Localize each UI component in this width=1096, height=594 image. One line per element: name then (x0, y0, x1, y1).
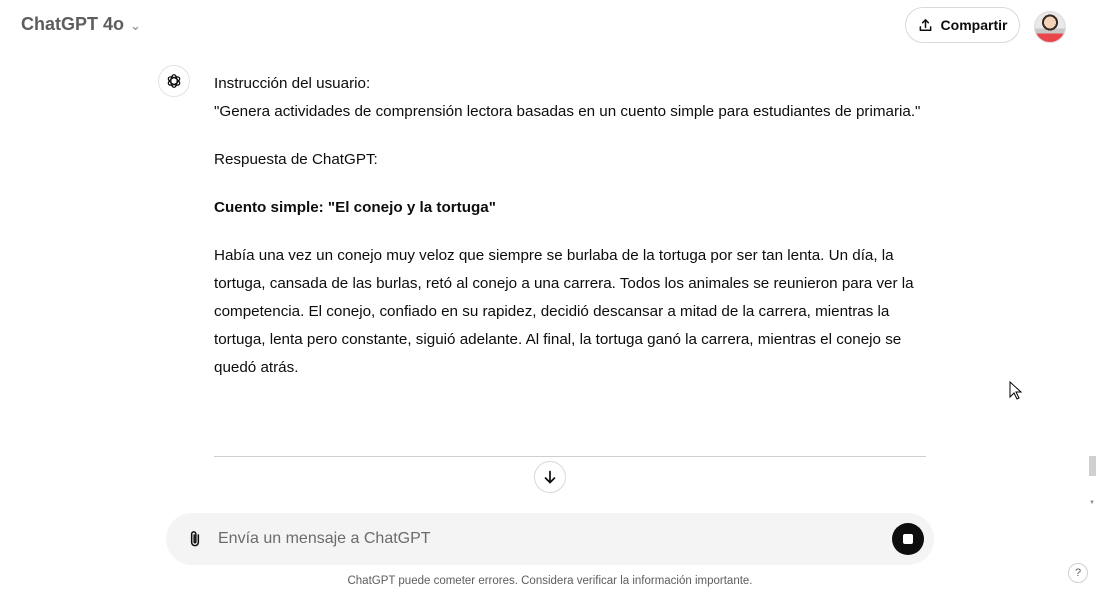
assistant-avatar (158, 65, 190, 97)
response-label: Respuesta de ChatGPT: (214, 151, 378, 168)
openai-logo-icon (167, 74, 181, 88)
disclaimer-text: ChatGPT puede cometer errores. Considera… (347, 575, 753, 587)
intro-label: Instrucción del usuario: (214, 75, 371, 92)
message-composer (166, 513, 934, 565)
stop-generating-button[interactable] (892, 523, 924, 555)
divider (214, 456, 926, 457)
story-body: Había una vez un conejo muy veloz que si… (214, 247, 914, 376)
mouse-cursor-icon (1009, 381, 1023, 400)
model-selector[interactable]: ChatGPT 4o ⌄ (21, 14, 141, 35)
scroll-to-bottom-button[interactable] (534, 461, 566, 493)
share-button[interactable]: Compartir (905, 7, 1020, 43)
model-label: ChatGPT 4o (21, 14, 125, 34)
message-input[interactable] (218, 527, 868, 551)
arrow-down-icon (544, 470, 556, 484)
paperclip-icon (190, 531, 200, 547)
story-title: Cuento simple: "El conejo y la tortuga" (214, 199, 496, 216)
scrollbar-thumb[interactable] (1089, 456, 1096, 476)
attach-button[interactable] (184, 528, 206, 550)
scrollbar-down-arrow[interactable]: ▼ (1089, 500, 1095, 506)
user-prompt-text: "Genera actividades de comprensión lecto… (214, 103, 921, 120)
help-button[interactable]: ? (1068, 563, 1088, 583)
chevron-down-icon: ⌄ (130, 17, 141, 33)
assistant-message: Instrucción del usuario: "Genera activid… (214, 70, 926, 402)
share-label: Compartir (940, 17, 1008, 33)
user-avatar[interactable] (1034, 11, 1066, 43)
share-icon (919, 18, 931, 31)
chat-page: ChatGPT 4o ⌄ Compartir Instrucción del u… (0, 0, 1096, 594)
stop-icon (903, 534, 913, 544)
